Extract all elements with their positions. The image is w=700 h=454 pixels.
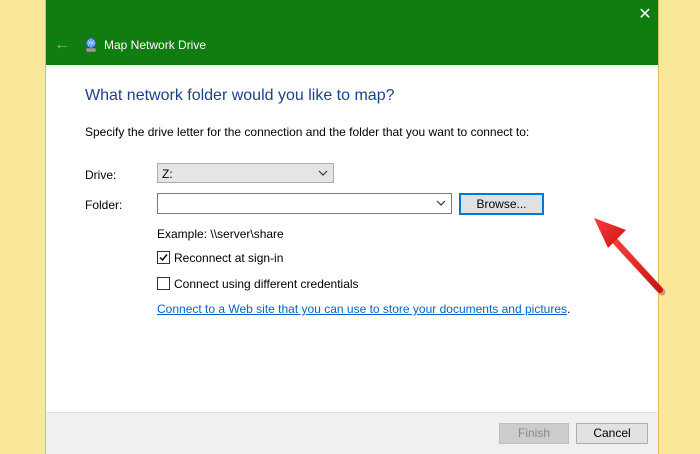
chevron-down-icon[interactable] (435, 194, 447, 212)
browse-button[interactable]: Browse... (459, 193, 544, 215)
back-arrow-icon: ← (54, 36, 70, 53)
folder-combobox[interactable] (157, 193, 452, 214)
close-icon: ✕ (638, 6, 652, 23)
screenshot-stage: ✕ ← Map Network Drive What network folde… (0, 0, 700, 454)
web-site-link-line: Connect to a Web site that you can use t… (157, 301, 570, 317)
cancel-button[interactable]: Cancel (576, 423, 648, 444)
checkmark-icon (159, 254, 168, 262)
window-title: Map Network Drive (104, 38, 207, 52)
title-bar: ✕ ← Map Network Drive (46, 0, 658, 65)
close-button[interactable]: ✕ (634, 4, 656, 26)
reconnect-label[interactable]: Reconnect at sign-in (174, 250, 283, 266)
network-drive-icon (85, 37, 97, 53)
instruction-text: Specify the drive letter for the connect… (85, 125, 530, 139)
credentials-checkbox[interactable] (157, 277, 170, 290)
drive-select-value: Z: (162, 167, 173, 181)
red-arrow-icon (594, 218, 666, 296)
drive-label: Drive: (85, 168, 117, 182)
drive-select[interactable]: Z: (157, 163, 334, 183)
map-network-drive-dialog: ✕ ← Map Network Drive What network folde… (46, 0, 666, 454)
finish-button[interactable]: Finish (499, 423, 569, 444)
folder-input[interactable] (158, 194, 436, 213)
folder-label: Folder: (85, 198, 123, 212)
chevron-down-icon (318, 170, 328, 176)
link-period: . (567, 302, 571, 316)
page-heading: What network folder would you like to ma… (85, 87, 395, 104)
reconnect-checkbox[interactable] (157, 251, 170, 264)
example-path-text: Example: \\server\share (157, 227, 284, 241)
back-button[interactable]: ← (52, 35, 72, 55)
web-site-link[interactable]: Connect to a Web site that you can use t… (157, 302, 567, 316)
dialog-footer: Finish Cancel (46, 412, 658, 454)
credentials-label[interactable]: Connect using different credentials (174, 276, 359, 292)
